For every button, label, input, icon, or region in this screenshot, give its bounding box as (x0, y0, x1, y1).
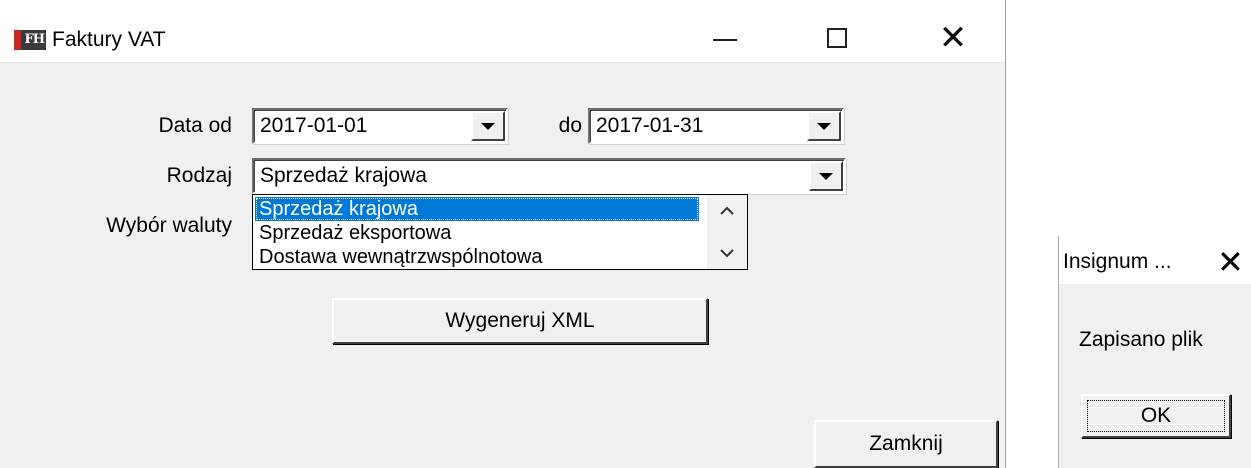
dropdown-arrow-icon (481, 122, 495, 130)
list-item-intra-community-supply[interactable]: Dostawa wewnątrzwspólnotowa (255, 245, 699, 269)
type-dropdown-button[interactable] (809, 161, 843, 191)
date-to-dropdown-button[interactable] (807, 111, 841, 141)
message-box-close-icon[interactable]: ✕ (1217, 242, 1244, 282)
message-box-title: Insignum ... (1063, 250, 1172, 273)
date-to-combo[interactable]: 2017-01-31 (588, 108, 844, 144)
title-bar[interactable]: FH Faktury VAT ✕ (0, 0, 1005, 63)
minimize-button[interactable] (690, 16, 760, 60)
type-label: Rodzaj (166, 164, 232, 187)
close-button[interactable]: ✕ (918, 16, 988, 60)
type-combo[interactable]: Sprzedaż krajowa (252, 158, 846, 194)
dropdown-arrow-icon (819, 172, 833, 180)
dropdown-arrow-icon (817, 122, 831, 130)
main-window: FH Faktury VAT ✕ Data od 2017-01-01 do 2… (0, 0, 1006, 468)
date-to-value: 2017-01-31 (596, 114, 704, 137)
message-box-text: Zapisano plik (1079, 328, 1203, 351)
scroll-up-icon[interactable] (719, 203, 735, 219)
scroll-down-icon[interactable] (719, 245, 735, 261)
minimize-icon (713, 39, 737, 41)
list-item-domestic-sale[interactable]: Sprzedaż krajowa (255, 197, 699, 221)
currency-label: Wybór waluty (106, 214, 232, 237)
date-from-combo[interactable]: 2017-01-01 (252, 108, 508, 144)
date-from-label: Data od (158, 114, 232, 137)
date-to-label: do (558, 114, 582, 137)
message-box-title-bar[interactable]: Insignum ... ✕ (1059, 236, 1251, 284)
maximize-button[interactable] (802, 16, 872, 60)
app-icon: FH (14, 30, 46, 50)
close-icon: ✕ (938, 18, 968, 58)
date-from-value: 2017-01-01 (260, 114, 368, 137)
ok-button-label: OK (1140, 404, 1172, 427)
generate-xml-button[interactable]: Wygeneruj XML (332, 298, 708, 344)
list-item-export-sale[interactable]: Sprzedaż eksportowa (255, 221, 699, 245)
close-window-button[interactable]: Zamknij (814, 420, 998, 468)
message-box: Insignum ... ✕ Zapisano plik OK (1058, 236, 1251, 468)
type-value: Sprzedaż krajowa (260, 164, 427, 187)
date-from-dropdown-button[interactable] (471, 111, 505, 141)
ok-button[interactable]: OK (1081, 394, 1231, 438)
dropdown-scrollbar[interactable] (707, 195, 747, 269)
maximize-icon (827, 28, 847, 48)
type-dropdown-list: Sprzedaż krajowa Sprzedaż eksportowa Dos… (252, 194, 748, 270)
window-title: Faktury VAT (52, 28, 166, 51)
